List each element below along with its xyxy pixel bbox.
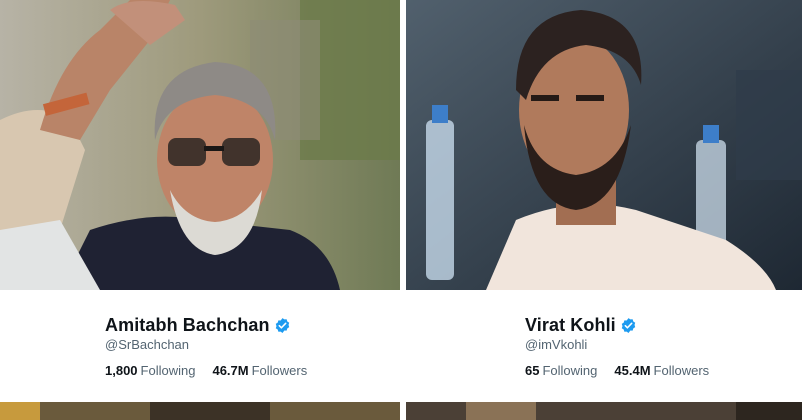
followers-link[interactable]: 45.4M Followers xyxy=(614,363,709,378)
next-photo-strip xyxy=(0,402,400,420)
followers-label: Followers xyxy=(251,363,308,378)
following-count: 65 xyxy=(525,363,540,378)
profile-handle: @SrBachchan xyxy=(105,337,190,352)
next-photo-strip xyxy=(406,402,802,420)
profile-photo-amitabh xyxy=(0,0,400,290)
followers-link[interactable]: 46.7M Followers xyxy=(212,363,307,378)
followers-count: 45.4M xyxy=(614,363,651,378)
profile-stats: 1,800 Following 46.7M Followers xyxy=(105,363,324,378)
followers-count: 46.7M xyxy=(212,363,249,378)
following-label: Following xyxy=(542,363,598,378)
following-link[interactable]: 65 Following xyxy=(525,363,597,378)
profile-photo-virat xyxy=(406,0,802,290)
following-link[interactable]: 1,800 Following xyxy=(105,363,195,378)
followers-label: Followers xyxy=(653,363,710,378)
profile-card-amitabh: Amitabh Bachchan @SrBachchan 1,800 Follow… xyxy=(0,290,400,402)
profile-handle: @imVkohli xyxy=(525,337,588,352)
name-row: Amitabh Bachchan xyxy=(105,315,291,336)
name-row: Virat Kohli xyxy=(525,315,637,336)
profile-panel-amitabh: Amitabh Bachchan @SrBachchan 1,800 Follow… xyxy=(0,0,400,420)
profile-stats: 65 Following 45.4M Followers xyxy=(525,363,726,378)
profile-card-virat: Virat Kohli @imVkohli 65 Following 45.4M F… xyxy=(406,290,802,402)
following-label: Following xyxy=(140,363,196,378)
verified-badge-icon xyxy=(620,317,637,334)
verified-badge-icon xyxy=(274,317,291,334)
profile-name[interactable]: Amitabh Bachchan xyxy=(105,315,270,336)
following-count: 1,800 xyxy=(105,363,138,378)
profile-panel-virat: Virat Kohli @imVkohli 65 Following 45.4M F… xyxy=(406,0,802,420)
profile-name[interactable]: Virat Kohli xyxy=(525,315,616,336)
